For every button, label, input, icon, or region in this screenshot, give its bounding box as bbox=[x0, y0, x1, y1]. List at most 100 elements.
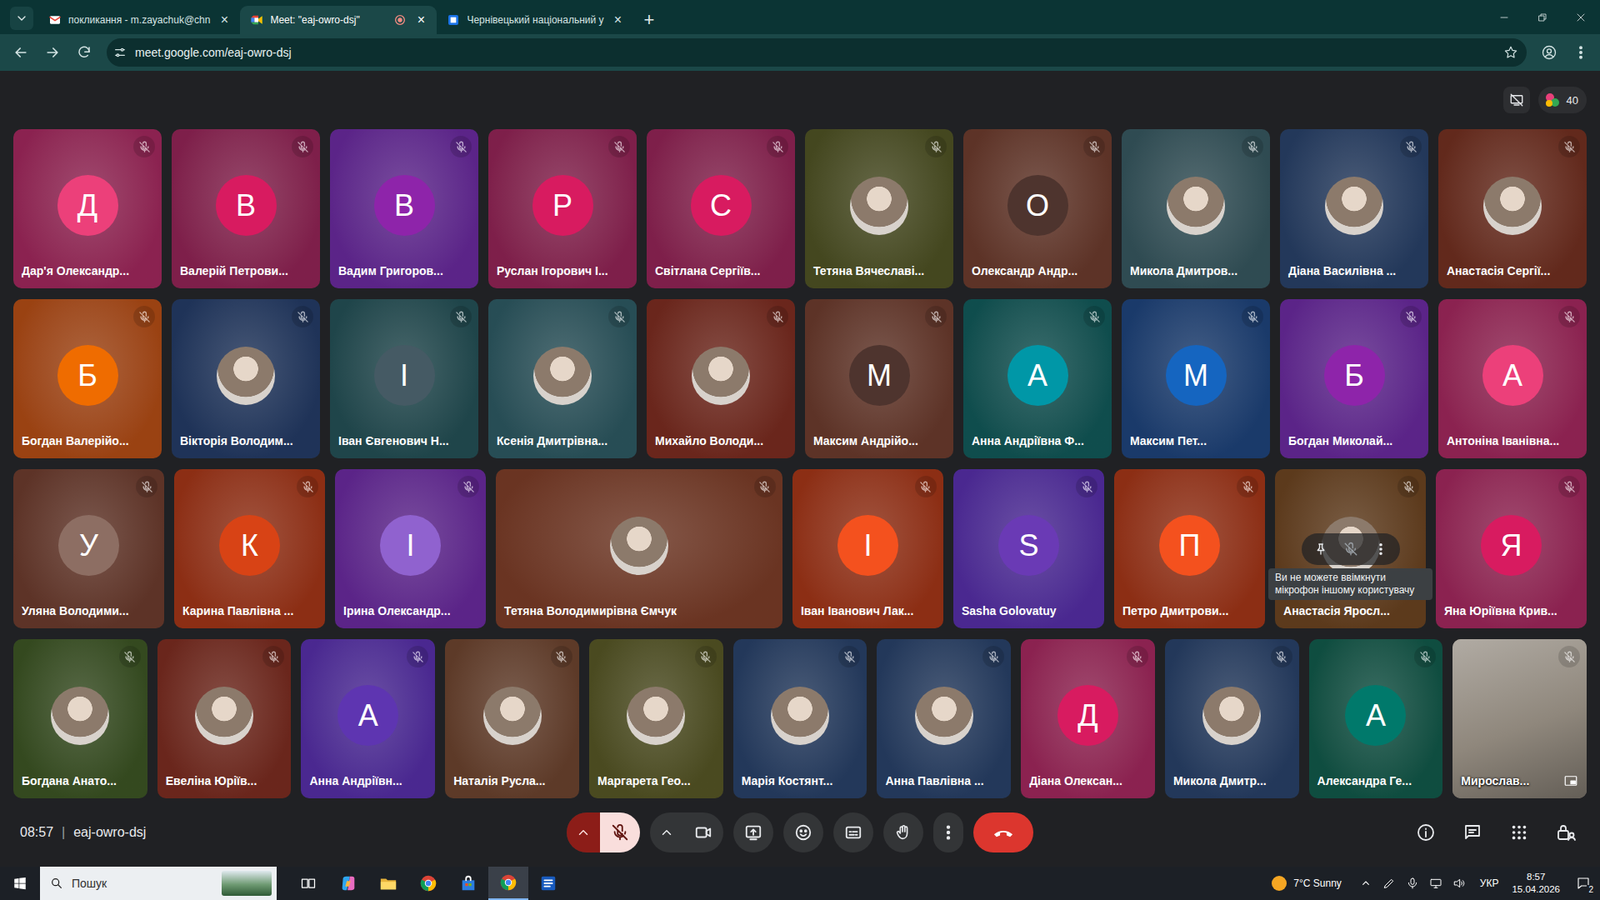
back-icon[interactable] bbox=[6, 38, 35, 67]
participant-tile[interactable]: ААнтоніна Іванівна... bbox=[1438, 299, 1587, 459]
browser-tab[interactable]: Meet: "eaj-owro-dsj"× bbox=[240, 5, 437, 35]
more-options-icon[interactable] bbox=[933, 812, 964, 853]
audio-options-icon[interactable] bbox=[566, 812, 600, 853]
tab-search-icon[interactable] bbox=[10, 6, 34, 30]
captions-icon[interactable] bbox=[833, 812, 874, 853]
pen-icon[interactable] bbox=[1380, 874, 1399, 893]
screen-off-icon[interactable] bbox=[1503, 86, 1530, 114]
picture-in-picture-icon[interactable] bbox=[1561, 771, 1580, 790]
microphone-control[interactable] bbox=[566, 812, 640, 853]
camera-control[interactable] bbox=[650, 812, 724, 853]
mic-off-icon[interactable] bbox=[600, 812, 640, 853]
show-hidden-icons-icon[interactable] bbox=[1356, 874, 1375, 893]
windows-start-icon[interactable] bbox=[0, 866, 40, 900]
notifications-icon[interactable]: 2 bbox=[1566, 866, 1600, 900]
bookmark-star-icon[interactable] bbox=[1503, 45, 1519, 60]
network-icon[interactable] bbox=[1426, 874, 1445, 893]
participant-tile[interactable]: Анастасія Яросл...Ви не можете ввімкнути… bbox=[1275, 469, 1426, 629]
participant-tile[interactable]: Вікторія Володим... bbox=[171, 299, 320, 459]
camera-icon[interactable] bbox=[683, 812, 724, 853]
participant-tile[interactable]: ААнна Андріївна Ф... bbox=[963, 299, 1112, 459]
activities-icon[interactable] bbox=[1505, 818, 1534, 847]
participant-tile[interactable]: ДДіана Олексан... bbox=[1020, 639, 1155, 799]
tab-close-button[interactable]: × bbox=[413, 13, 429, 27]
tab-close-button[interactable]: × bbox=[216, 13, 232, 27]
participant-tile[interactable]: ЯЯна Юріївна Крив... bbox=[1435, 469, 1587, 629]
participant-tile[interactable]: ББогдан Валерійо... bbox=[13, 299, 162, 459]
minimize-icon[interactable] bbox=[1485, 0, 1524, 35]
reload-icon[interactable] bbox=[70, 38, 99, 67]
participant-tile[interactable]: Тетяна Володимирівна Ємчук bbox=[495, 469, 783, 629]
present-screen-icon[interactable] bbox=[733, 812, 774, 853]
participant-tile[interactable]: Наталія Русла... bbox=[445, 639, 580, 799]
participant-tile[interactable]: Микола Дмитр... bbox=[1165, 639, 1300, 799]
emoji-icon[interactable] bbox=[783, 812, 824, 853]
participant-tile[interactable]: SSasha Golovatuy bbox=[953, 469, 1105, 629]
forward-icon[interactable] bbox=[38, 38, 67, 67]
store-icon[interactable] bbox=[448, 866, 489, 900]
close-window-icon[interactable] bbox=[1561, 0, 1600, 35]
new-tab-button[interactable]: + bbox=[634, 5, 665, 35]
microphone-icon[interactable] bbox=[1403, 874, 1422, 893]
video-options-icon[interactable] bbox=[650, 812, 684, 853]
participant-tile[interactable]: ППетро Дмитрови... bbox=[1114, 469, 1265, 629]
restore-icon[interactable] bbox=[1523, 0, 1562, 35]
browser-tab[interactable]: Чернівецький національний у× bbox=[436, 5, 634, 35]
participant-tile[interactable]: УУляна Володими... bbox=[13, 469, 165, 629]
input-language[interactable]: УКР bbox=[1473, 877, 1506, 890]
leave-call-icon[interactable] bbox=[973, 812, 1034, 853]
participant-tile[interactable]: Діана Василівна ... bbox=[1280, 129, 1429, 289]
participant-tile[interactable]: ООлександр Андр... bbox=[963, 129, 1112, 289]
search-field[interactable] bbox=[70, 875, 215, 891]
participant-tile[interactable]: ККарина Павлівна ... bbox=[174, 469, 325, 629]
participant-tile[interactable]: РРуслан Ігорович І... bbox=[488, 129, 637, 289]
participant-tile[interactable]: ААнна Андріївн... bbox=[300, 639, 435, 799]
participant-tile[interactable]: ББогдан Миколай... bbox=[1280, 299, 1429, 459]
participant-tile[interactable]: Мирослав... bbox=[1452, 639, 1587, 799]
file-explorer-icon[interactable] bbox=[368, 866, 409, 900]
participant-tile[interactable]: ММаксим Пет... bbox=[1121, 299, 1270, 459]
clock[interactable]: 8:5715.04.2026 bbox=[1505, 870, 1567, 896]
participant-tile[interactable]: Ксенія Дмитрівна... bbox=[488, 299, 637, 459]
participant-tile[interactable]: Михайло Володи... bbox=[646, 299, 795, 459]
more-options-icon[interactable] bbox=[1368, 536, 1394, 562]
participant-tile[interactable]: Евеліна Юріїв... bbox=[157, 639, 292, 799]
task-view-icon[interactable] bbox=[288, 866, 329, 900]
participant-tile[interactable]: ІІван Іванович Лак... bbox=[792, 469, 944, 629]
participant-tile[interactable]: ММаксим Андрійо... bbox=[805, 299, 954, 459]
chrome-icon[interactable] bbox=[408, 866, 449, 900]
participant-tile[interactable]: ІІрина Олександр... bbox=[335, 469, 486, 629]
participant-tile[interactable]: Марія Костянт... bbox=[733, 639, 868, 799]
participant-tile[interactable]: Анастасія Сергії... bbox=[1438, 129, 1587, 289]
participant-tile[interactable]: Богдана Анато... bbox=[13, 639, 148, 799]
url-text[interactable]: meet.google.com/eaj-owro-dsj bbox=[135, 45, 1495, 60]
taskbar-search[interactable] bbox=[40, 866, 277, 900]
participant-tile[interactable]: ССвітлана Сергіїв... bbox=[646, 129, 795, 289]
chrome-icon[interactable] bbox=[488, 866, 529, 900]
copilot-icon[interactable] bbox=[328, 866, 369, 900]
participant-tile[interactable]: ВВалерій Петрови... bbox=[171, 129, 320, 289]
browser-tab[interactable]: покликання - m.zayachuk@chn× bbox=[38, 5, 240, 35]
word-icon[interactable] bbox=[528, 866, 569, 900]
menu-icon[interactable] bbox=[1566, 38, 1595, 67]
participant-tile[interactable]: ВВадим Григоров... bbox=[330, 129, 479, 289]
participant-tile[interactable]: Анна Павлівна ... bbox=[876, 639, 1011, 799]
participant-tile[interactable]: ААлександра Ге... bbox=[1309, 639, 1444, 799]
participant-tile[interactable]: ІІван Євгенович Н... bbox=[330, 299, 479, 459]
participants-button[interactable]: 40 bbox=[1538, 86, 1587, 114]
info-icon[interactable] bbox=[1411, 818, 1440, 847]
weather-widget[interactable]: 7°C Sunny bbox=[1261, 875, 1352, 891]
volume-icon[interactable] bbox=[1450, 874, 1469, 893]
address-bar[interactable]: meet.google.com/eaj-owro-dsj bbox=[106, 38, 1527, 67]
participant-tile[interactable]: Маргарета Гео... bbox=[589, 639, 724, 799]
pin-icon[interactable] bbox=[1308, 536, 1334, 562]
tab-close-button[interactable]: × bbox=[610, 13, 626, 27]
participant-tile[interactable]: Микола Дмитров... bbox=[1121, 129, 1270, 289]
participant-tile[interactable]: ДДар'я Олександр... bbox=[13, 129, 162, 289]
chat-icon[interactable] bbox=[1458, 818, 1487, 847]
participant-tile[interactable]: Тетяна Вячеславі... bbox=[805, 129, 954, 289]
profile-icon[interactable] bbox=[1535, 38, 1564, 67]
host-controls-icon[interactable] bbox=[1551, 818, 1580, 847]
raise-hand-icon[interactable] bbox=[883, 812, 924, 853]
site-info-icon[interactable] bbox=[113, 45, 127, 60]
